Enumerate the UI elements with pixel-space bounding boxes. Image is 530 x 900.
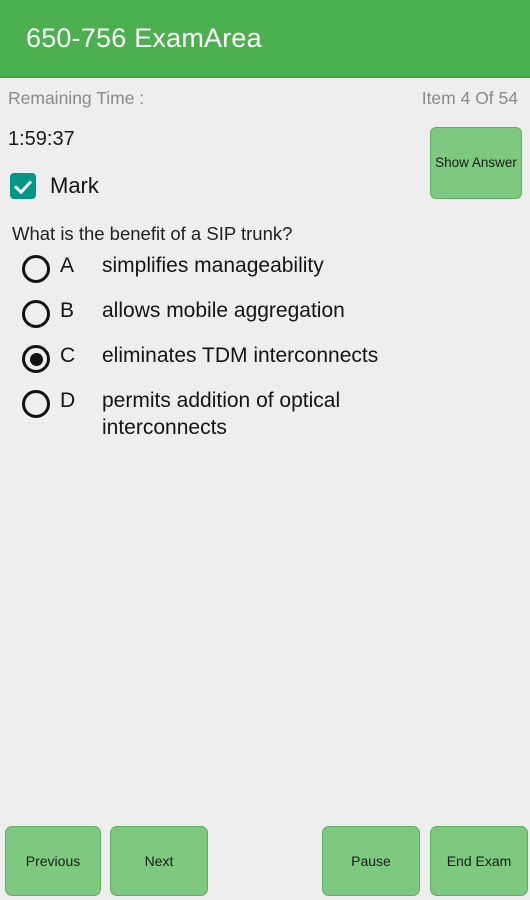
app-bar: 650-756 ExamArea [0, 0, 530, 78]
question-text: What is the benefit of a SIP trunk? [12, 223, 293, 244]
radio-selected-icon-c[interactable] [22, 345, 50, 373]
next-button[interactable]: Next [110, 826, 208, 896]
radio-unselected-icon-b[interactable] [22, 300, 50, 328]
remaining-time-value: 1:59:37 [8, 128, 75, 150]
item-progress-label: Item 4 Of 54 [421, 87, 518, 108]
exam-status-row: Remaining Time : Item 4 Of 54 [0, 80, 530, 116]
mark-question-toggle[interactable]: Mark [10, 173, 99, 199]
page-title: 650-756 ExamArea [26, 22, 262, 53]
answer-option-text: permits addition of optical interconnect… [102, 389, 341, 440]
answer-option-letter: A [60, 254, 75, 277]
end-exam-button[interactable]: End Exam [430, 826, 528, 896]
answer-option-a[interactable]: A simplifies manageability [0, 252, 530, 283]
radio-unselected-icon-d[interactable] [22, 390, 50, 418]
answer-option-letter: C [60, 344, 76, 367]
pause-button[interactable]: Pause [322, 826, 420, 896]
answer-option-b[interactable]: B allows mobile aggregation [0, 297, 530, 328]
bottom-navigation-bar: Previous Next Pause End Exam [0, 820, 530, 900]
previous-button[interactable]: Previous [5, 826, 101, 896]
answer-option-c[interactable]: C eliminates TDM interconnects [0, 342, 530, 373]
answer-option-text: simplifies manageability [102, 254, 324, 277]
answer-option-text: allows mobile aggregation [102, 299, 345, 322]
radio-unselected-icon-a[interactable] [22, 255, 50, 283]
answer-options-list: A simplifies manageability B allows mobi… [0, 252, 530, 456]
mark-checkbox-checked-icon[interactable] [10, 173, 36, 199]
answer-option-letter: B [60, 299, 75, 322]
answer-option-text: eliminates TDM interconnects [102, 344, 379, 367]
remaining-time-label: Remaining Time : [8, 87, 145, 108]
show-answer-button[interactable]: Show Answer [430, 127, 522, 199]
answer-option-d[interactable]: D permits addition of optical interconne… [0, 387, 530, 442]
mark-label: Mark [50, 173, 99, 198]
answer-option-letter: D [60, 389, 76, 412]
